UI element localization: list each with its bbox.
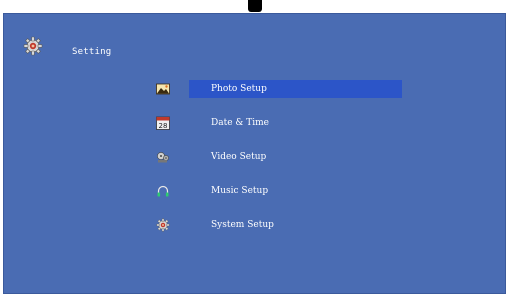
menu-item-video-setup[interactable]: Video Setup <box>137 148 402 166</box>
gear-icon <box>22 35 44 57</box>
menu-item-system-setup[interactable]: System Setup <box>137 216 402 234</box>
menu-item-label: Date & Time <box>211 118 269 128</box>
menu-item-music-setup[interactable]: Music Setup <box>137 182 402 200</box>
calendar-icon: 28 <box>137 116 189 130</box>
film-reel-icon <box>137 150 189 164</box>
menu-item-date-time[interactable]: 28 Date & Time <box>137 114 402 132</box>
page-title: Setting <box>72 47 112 57</box>
menu-item-label: Photo Setup <box>189 80 402 98</box>
menu-item-label: Music Setup <box>211 186 269 196</box>
menu-item-label: System Setup <box>211 220 274 230</box>
setup-menu-panel: Setting Photo Setup 28 Date & Time Video… <box>3 13 506 294</box>
headphones-icon <box>137 184 189 198</box>
menu-item-label: Video Setup <box>211 152 267 162</box>
calendar-day-text: 28 <box>159 122 168 130</box>
top-edge-mark <box>248 0 262 12</box>
screen: Setting Photo Setup 28 Date & Time Video… <box>0 0 511 300</box>
menu-item-photo-setup[interactable]: Photo Setup <box>137 80 402 98</box>
gear-icon <box>137 218 189 232</box>
photo-icon <box>137 82 189 96</box>
setting-header: Setting <box>22 34 111 58</box>
